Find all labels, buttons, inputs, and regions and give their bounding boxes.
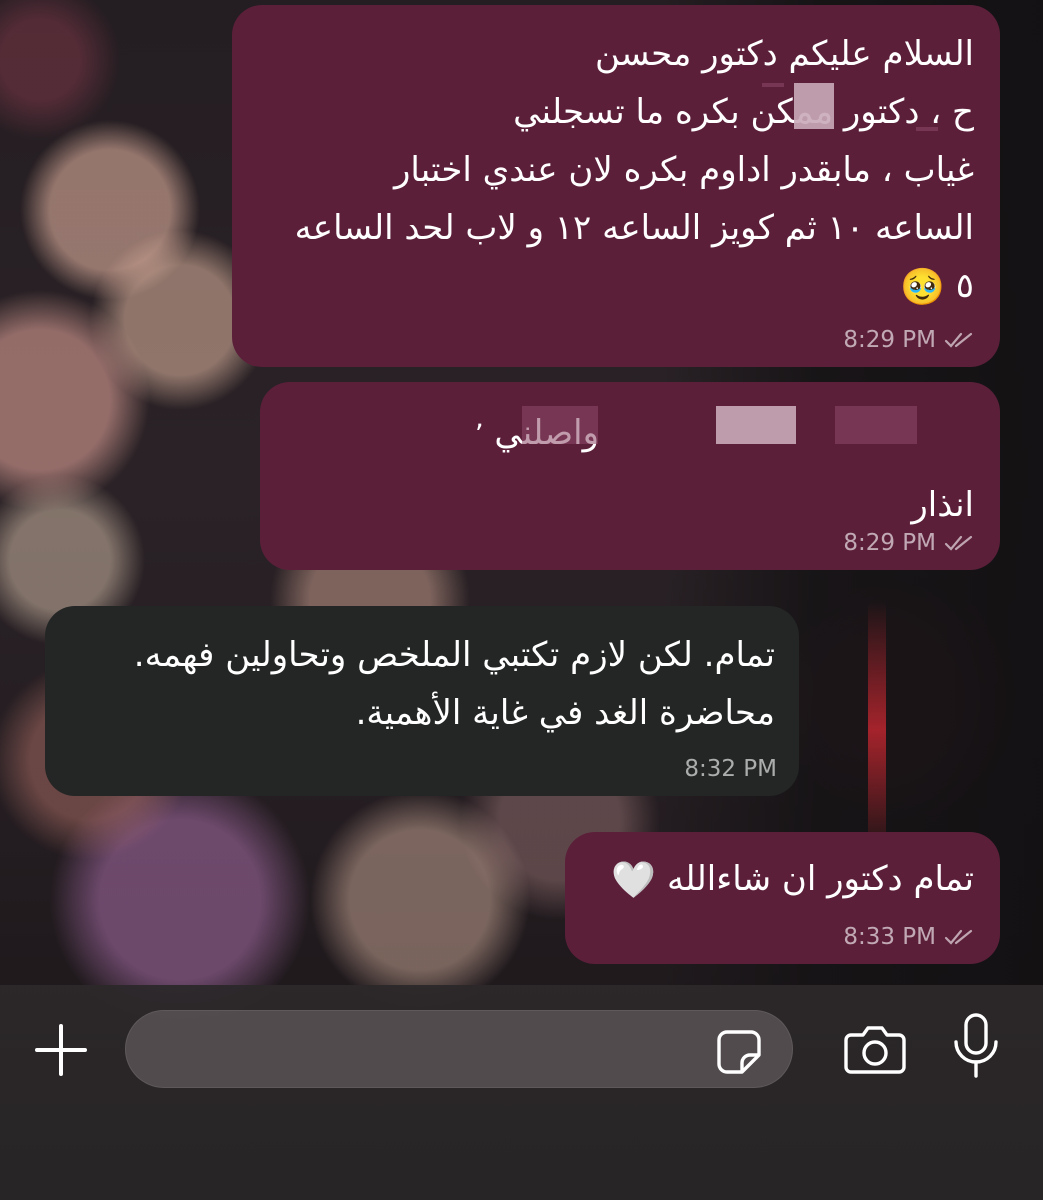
message-text-line: السلام عليكم دكتور محسن [594,34,974,74]
redaction-block [522,406,598,444]
redaction-block [716,406,796,444]
redaction-block [794,83,834,129]
message-bubble-incoming[interactable]: تمام. لكن لازم تكتبي الملخص وتحاولين فهم… [45,606,799,796]
chat-screen: السلام عليكم دكتور محسن ح ، دكتور ممكن ب… [0,0,1043,1200]
double-check-icon [944,332,973,348]
message-meta: 8:32 PM [684,756,777,782]
message-meta: 8:29 PM [843,327,974,353]
double-check-icon [944,929,973,945]
sticker-icon [717,1030,761,1074]
message-meta: 8:33 PM [843,924,974,950]
redaction-block [916,127,938,131]
message-text-line: ح ، دكتور ممكن بكره ما تسجلني [513,92,974,132]
plus-icon [35,1024,87,1076]
message-meta: 8:29 PM [843,530,974,556]
message-bubble-outgoing[interactable]: واصلني ʼ انذار 8:29 PM [260,382,1000,570]
message-text-line: غياب ، مابقدر اداوم بكره لان عندي اختبار [394,150,974,190]
message-time: 8:32 PM [684,756,777,782]
message-text-line: انذار [911,485,974,525]
message-time: 8:29 PM [843,530,936,556]
message-text-line: ٥ [955,266,974,306]
redaction-block [835,406,917,444]
white-heart-emoji: 🤍 [611,859,657,901]
pleading-face-emoji: 🥹 [900,266,945,308]
message-text-line: الساعه ١٠ ثم كويز الساعه ١٢ و لاب لحد ال… [294,208,974,248]
message-text-line: تمام دكتور ان شاءالله [666,859,974,899]
message-time: 8:29 PM [843,327,936,353]
camera-icon [844,1026,906,1074]
message-bubble-outgoing[interactable]: السلام عليكم دكتور محسن ح ، دكتور ممكن ب… [232,5,1000,367]
double-check-icon [944,535,973,551]
microphone-icon [954,1013,998,1078]
redaction-block [762,83,784,87]
message-input[interactable] [150,1011,714,1089]
message-input-field[interactable] [125,1010,793,1089]
camera-button[interactable] [838,1018,912,1080]
message-text-line: محاضرة الغد في غاية الأهمية. [355,693,775,733]
attach-button[interactable] [28,1020,94,1080]
sticker-button[interactable] [712,1025,766,1079]
message-bubble-outgoing[interactable]: تمام دكتور ان شاءالله 🤍 8:33 PM [565,832,1000,964]
message-text-line: تمام. لكن لازم تكتبي الملخص وتحاولين فهم… [133,635,775,675]
message-time: 8:33 PM [843,924,936,950]
voice-message-button[interactable] [944,1010,1008,1082]
